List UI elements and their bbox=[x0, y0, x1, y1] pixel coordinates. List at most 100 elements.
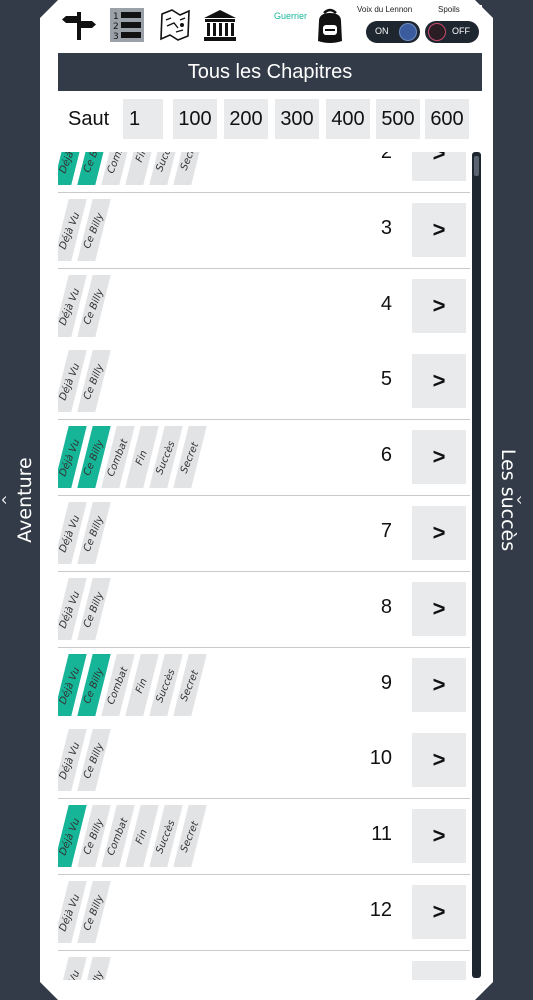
succes-panel-tab[interactable]: ^ Les succès bbox=[475, 0, 533, 1000]
tag-ce-billy: Ce Billy bbox=[77, 269, 111, 344]
chapter-row[interactable]: Déjà Vu Ce Billy Combat Fin Succès Secret 11 > bbox=[58, 799, 470, 877]
jump-button-300[interactable]: 300 bbox=[275, 99, 319, 139]
signpost-icon[interactable] bbox=[62, 8, 96, 42]
tag-ce-billy: Ce Billy bbox=[77, 420, 111, 495]
panel-bevel bbox=[40, 982, 58, 1000]
open-chapter-button[interactable]: > bbox=[412, 152, 466, 181]
tag-secret: Secret bbox=[173, 648, 207, 723]
tag-secret: Secret bbox=[173, 152, 207, 192]
tag-ce-billy: Ce Billy bbox=[77, 875, 111, 950]
chapter-row[interactable]: Déjà Vu Ce Billy 7 > bbox=[58, 496, 470, 573]
chapter-row[interactable]: Déjà Vu Ce Billy 5 > bbox=[58, 344, 470, 422]
tag-ce-billy: Ce Billy bbox=[77, 152, 111, 192]
voice-state: ON bbox=[375, 26, 389, 36]
chapter-row[interactable]: Déjà Vu Ce Billy 3 > bbox=[58, 192, 470, 270]
open-chapter-button[interactable]: > bbox=[412, 278, 466, 333]
panel-bevel bbox=[475, 982, 493, 1000]
tag-combat: Combat bbox=[101, 152, 135, 192]
top-toolbar: 1 2 3 Guerrier Voix du Lennon ON Spoils … bbox=[58, 5, 482, 47]
jump-button-100[interactable]: 100 bbox=[173, 99, 217, 139]
tag-déjà-vu: Déjà Vu bbox=[58, 420, 87, 495]
chapter-number: 10 bbox=[369, 747, 392, 770]
tag-succès: Succès bbox=[149, 799, 183, 874]
tag-ce-billy: Ce Billy bbox=[77, 344, 111, 419]
panel-bevel bbox=[40, 0, 58, 18]
open-chapter-button[interactable]: > bbox=[412, 657, 466, 712]
jump-button-400[interactable]: 400 bbox=[326, 99, 370, 139]
jump-button-500[interactable]: 500 bbox=[376, 99, 420, 139]
open-chapter-button[interactable]: > bbox=[412, 809, 466, 864]
open-chapter-button[interactable]: > bbox=[412, 202, 466, 257]
tag-succès: Succès bbox=[149, 420, 183, 495]
page-title: Tous les Chapitres bbox=[58, 53, 482, 91]
chapter-row[interactable]: Déjà Vu Ce Billy 4 > bbox=[58, 268, 470, 346]
chapter-number: 12 bbox=[369, 899, 392, 921]
open-chapter-button[interactable]: > bbox=[412, 354, 466, 409]
tag-fin: Fin bbox=[125, 648, 159, 723]
chapter-number: 8 bbox=[380, 595, 392, 618]
chapter-list[interactable]: Déjà Vu Ce Billy Combat Fin Succès Secret 2 > Dé… bbox=[58, 152, 482, 980]
svg-text:3: 3 bbox=[113, 32, 119, 42]
chapter-number: 6 bbox=[380, 444, 392, 467]
tag-secret: Secret bbox=[173, 799, 207, 874]
museum-icon[interactable] bbox=[203, 8, 237, 42]
jump-label: Saut bbox=[68, 108, 110, 130]
tag-fin: Fin bbox=[125, 799, 159, 874]
tag-déjà-vu: Déjà Vu bbox=[58, 344, 87, 419]
chapter-number: 11 bbox=[371, 823, 392, 846]
chapter-number: 9 bbox=[380, 671, 392, 694]
aventure-label: ^ Aventure bbox=[1, 457, 36, 543]
open-chapter-button[interactable]: > bbox=[412, 506, 466, 560]
chapter-row[interactable]: Déjà VuCe Billy bbox=[58, 950, 470, 980]
tag-déjà-vu: Déjà Vu bbox=[58, 648, 87, 723]
tag-ce-billy: Ce Billy bbox=[77, 951, 111, 980]
backpack-icon[interactable] bbox=[314, 7, 346, 45]
chapter-number: 5 bbox=[380, 368, 392, 391]
aventure-panel-tab[interactable]: ^ Aventure bbox=[0, 0, 58, 1000]
tag-déjà-vu: Déjà Vu bbox=[58, 723, 87, 798]
chapter-row[interactable]: Déjà Vu Ce Billy 8 > bbox=[58, 571, 470, 649]
voice-label: Voix du Lennon bbox=[357, 5, 413, 14]
tag-fin: Fin bbox=[125, 152, 159, 192]
succes-label: ^ Les succès bbox=[497, 449, 531, 551]
svg-text:2: 2 bbox=[113, 22, 119, 32]
open-chapter-button[interactable]: > bbox=[412, 885, 466, 939]
chapter-row[interactable]: Déjà Vu Ce Billy Combat Fin Succès Secret 6 > bbox=[58, 420, 470, 498]
jump-row: Saut 100200300400500600 bbox=[58, 96, 482, 142]
chapter-row[interactable]: Déjà Vu Ce Billy 12 > bbox=[58, 875, 470, 952]
scrollbar[interactable] bbox=[472, 152, 481, 978]
chapter-number: 7 bbox=[380, 520, 392, 542]
tag-succès: Succès bbox=[149, 648, 183, 723]
svg-text:1: 1 bbox=[113, 12, 119, 22]
chapter-row[interactable]: Déjà Vu Ce Billy Combat Fin Succès Secret 9 > bbox=[58, 647, 470, 725]
tag-déjà-vu: Déjà Vu bbox=[58, 152, 87, 192]
tag-déjà-vu: Déjà Vu bbox=[58, 496, 87, 571]
jump-button-200[interactable]: 200 bbox=[224, 99, 268, 139]
tag-déjà-vu: Déjà Vu bbox=[58, 572, 87, 647]
open-chapter-button[interactable]: > bbox=[412, 430, 466, 485]
scrollbar-thumb[interactable] bbox=[474, 156, 479, 176]
open-chapter-button[interactable] bbox=[412, 960, 466, 980]
chapter-row[interactable]: Déjà Vu Ce Billy Combat Fin Succès Secret 2 > bbox=[58, 152, 470, 194]
spoils-toggle[interactable]: OFF bbox=[425, 21, 479, 43]
toggle-knob bbox=[399, 23, 417, 41]
chapter-number: 2 bbox=[380, 152, 392, 163]
voice-toggle[interactable]: ON bbox=[366, 21, 420, 43]
tag-ce-billy: Ce Billy bbox=[77, 572, 111, 647]
spoils-label: Spoils bbox=[438, 5, 460, 14]
tag-succès: Succès bbox=[149, 152, 183, 192]
aventure-text: Aventure bbox=[14, 457, 36, 543]
open-chapter-button[interactable]: > bbox=[412, 581, 466, 636]
open-chapter-button[interactable]: > bbox=[412, 733, 466, 788]
tag-secret: Secret bbox=[173, 420, 207, 495]
tag-déjà-vu: Déjà Vu bbox=[58, 799, 87, 874]
jump-input[interactable] bbox=[123, 99, 163, 139]
jump-button-600[interactable]: 600 bbox=[425, 99, 469, 139]
chapter-row[interactable]: Déjà Vu Ce Billy 10 > bbox=[58, 723, 470, 801]
numbered-list-icon[interactable]: 1 2 3 bbox=[110, 8, 144, 42]
map-icon[interactable] bbox=[158, 8, 192, 42]
class-label: Guerrier bbox=[274, 11, 308, 21]
tag-ce-billy: Ce Billy bbox=[77, 648, 111, 723]
tag-ce-billy: Ce Billy bbox=[77, 496, 111, 571]
tag-ce-billy: Ce Billy bbox=[77, 799, 111, 874]
